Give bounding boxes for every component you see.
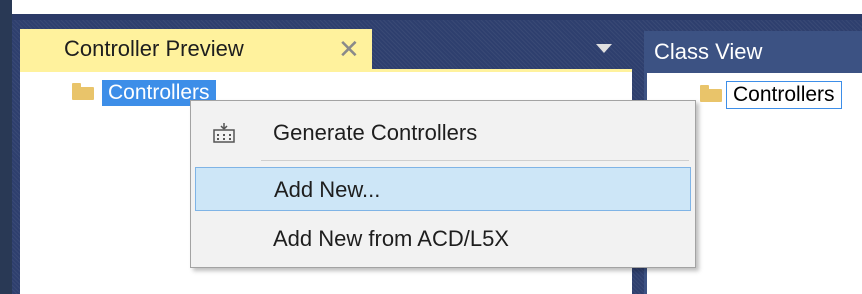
tab-controller-preview-label: Controller Preview — [64, 36, 244, 61]
folder-icon — [700, 85, 722, 102]
menu-item-label: Add New from ACD/L5X — [273, 226, 509, 251]
class-view-tree-item-controllers[interactable]: Controllers — [726, 81, 842, 109]
menu-item-add-new[interactable]: Add New... — [195, 167, 691, 211]
tab-controller-preview[interactable]: Controller Preview ✕ — [20, 29, 372, 69]
close-icon[interactable]: ✕ — [338, 34, 360, 64]
tab-class-view-label: Class View — [654, 39, 763, 64]
upper-content-area — [12, 0, 862, 14]
context-menu: Generate Controllers Add New... Add New … — [190, 100, 696, 268]
menu-item-label: Add New... — [274, 177, 381, 202]
left-window-edge — [0, 0, 12, 294]
menu-item-add-new-from-acd-l5x[interactable]: Add New from ACD/L5X — [195, 217, 691, 261]
folder-icon — [72, 83, 94, 100]
menu-item-generate-controllers[interactable]: Generate Controllers — [195, 111, 691, 155]
tab-class-view[interactable]: Class View — [644, 31, 862, 73]
panel-dropdown-icon[interactable] — [596, 44, 612, 53]
generate-controllers-icon — [213, 123, 235, 143]
menu-separator — [261, 160, 689, 161]
menu-item-label: Generate Controllers — [273, 120, 478, 145]
